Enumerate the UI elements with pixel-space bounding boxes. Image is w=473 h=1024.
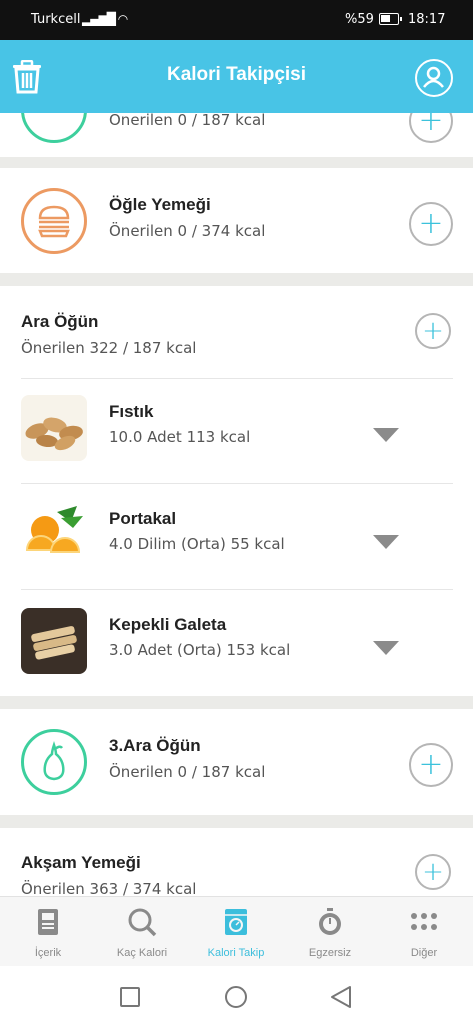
book-icon: [33, 907, 63, 937]
add-food-button[interactable]: +: [409, 113, 453, 143]
pear-icon: [21, 729, 87, 795]
chevron-down-icon[interactable]: [373, 641, 399, 655]
stopwatch-icon: [315, 907, 345, 937]
chevron-down-icon[interactable]: [373, 428, 399, 442]
chevron-down-icon[interactable]: [373, 535, 399, 549]
food-detail: 10.0 Adet 113 kcal: [109, 428, 251, 446]
app-header: Kalori Takipçisi: [0, 40, 473, 113]
meal-title: Akşam Yemeği: [21, 853, 141, 872]
home-icon[interactable]: [225, 986, 247, 1008]
clock: 18:17: [408, 12, 446, 27]
meal-recommended: Önerilen 0 / 187 kcal: [109, 763, 266, 781]
system-nav-bar: [0, 966, 473, 1024]
meal-card-snack3: 3.Ara Öğün Önerilen 0 / 187 kcal +: [0, 709, 473, 815]
nav-item-kalori-takip[interactable]: Kalori Takip: [189, 897, 283, 967]
meal-card-dinner: Akşam Yemeği Önerilen 363 / 374 kcal +: [0, 828, 473, 896]
signal-icon: ▂▄▆█ ◠: [82, 12, 128, 26]
food-name: Fıstık: [109, 402, 154, 421]
divider: [21, 589, 453, 590]
nav-item-diger[interactable]: Diğer: [377, 897, 471, 967]
add-food-button[interactable]: +: [415, 313, 451, 349]
food-name: Portakal: [109, 509, 177, 528]
meal-title: 3.Ara Öğün: [109, 736, 201, 755]
nav-label: İçerik: [34, 947, 62, 959]
meal-title: Ara Öğün: [21, 312, 99, 331]
search-icon: [127, 907, 157, 937]
meal-recommended: Önerilen 322 / 187 kcal: [21, 339, 197, 357]
food-name: Kepekli Galeta: [109, 615, 227, 634]
food-detail: 3.0 Adet (Orta) 153 kcal: [109, 641, 291, 659]
carrier-label: Turkcell: [31, 12, 81, 27]
meal-recommended: Önerilen 0 / 187 kcal: [109, 113, 266, 129]
nav-label: Diğer: [410, 947, 438, 959]
peanut-image: [21, 395, 87, 461]
more-dots-icon: [409, 907, 439, 937]
food-detail: 4.0 Dilim (Orta) 55 kcal: [109, 535, 285, 553]
meal-card-snack: Ara Öğün Önerilen 322 / 187 kcal + Fıstı…: [0, 286, 473, 696]
battery-percentage: %59: [345, 12, 374, 27]
cracker-image: [21, 608, 87, 674]
add-food-button[interactable]: +: [415, 854, 451, 890]
add-food-button[interactable]: +: [409, 743, 453, 787]
battery-icon: [379, 13, 402, 25]
orange-image: [21, 502, 87, 568]
nav-item-egzersiz[interactable]: Egzersiz: [283, 897, 377, 967]
nav-item-icerik[interactable]: İçerik: [1, 897, 95, 967]
recents-icon[interactable]: [120, 987, 140, 1007]
page-title: Kalori Takipçisi: [166, 64, 307, 85]
meal-recommended: Önerilen 363 / 374 kcal: [21, 880, 197, 896]
meal-recommended: Önerilen 0 / 374 kcal: [109, 222, 266, 240]
meal-title: Öğle Yemeği: [109, 195, 211, 214]
meal-card-lunch: Öğle Yemeği Önerilen 0 / 374 kcal +: [0, 168, 473, 273]
bottom-nav: İçerik Kaç Kalori Kalori Takip Egzersiz …: [0, 896, 473, 966]
burger-icon: [21, 188, 87, 254]
meal-list[interactable]: Önerilen 0 / 187 kcal + Öğle Yemeği Öner…: [0, 113, 473, 896]
meal-icon: [21, 113, 87, 143]
scale-icon: [221, 907, 251, 937]
nav-label: Egzersiz: [308, 947, 352, 959]
meal-card-partial: Önerilen 0 / 187 kcal +: [0, 113, 473, 157]
status-bar: Turkcell ▂▄▆█ ◠ %59 18:17: [0, 0, 473, 40]
divider: [21, 378, 453, 379]
back-icon[interactable]: [331, 986, 351, 1008]
nav-item-kac-kalori[interactable]: Kaç Kalori: [95, 897, 189, 967]
nav-label: Kaç Kalori: [116, 947, 168, 959]
add-food-button[interactable]: +: [409, 202, 453, 246]
nav-label: Kalori Takip: [207, 947, 265, 959]
profile-icon[interactable]: [415, 59, 453, 97]
divider: [21, 483, 453, 484]
